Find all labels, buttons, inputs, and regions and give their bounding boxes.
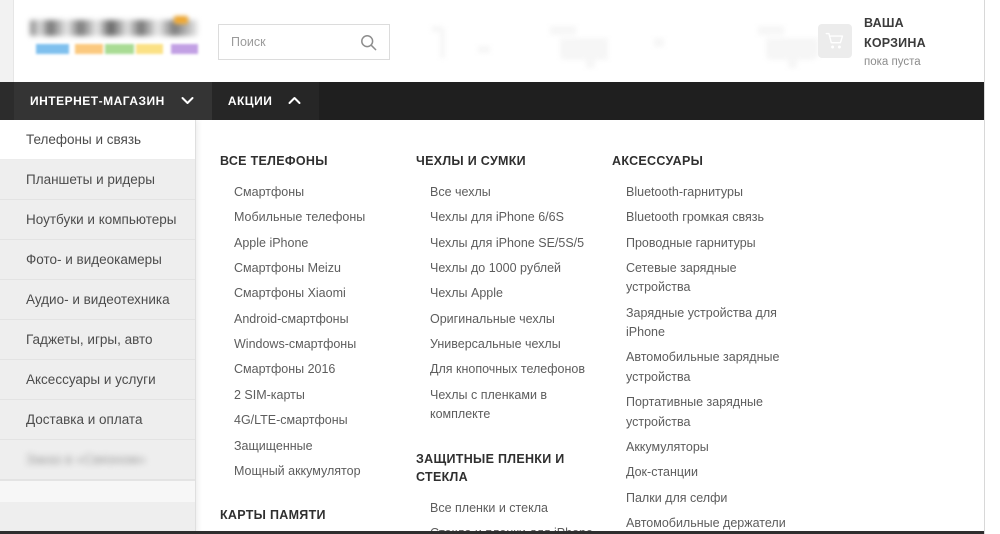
- menu-item[interactable]: Мощный аккумулятор: [220, 459, 416, 484]
- mega-heading-films-glass: ЗАЩИТНЫЕ ПЛЕНКИ И СТЕКЛА: [416, 451, 565, 485]
- category-sidebar: Телефоны и связь Планшеты и ридеры Ноутб…: [0, 120, 196, 534]
- mega-column-cases: ЧЕХЛЫ И СУМКИ Все чехлы Чехлы для iPhone…: [416, 152, 612, 534]
- nav-tab-promo[interactable]: АКЦИИ: [211, 82, 320, 120]
- menu-item[interactable]: Док-станции: [612, 460, 818, 485]
- mega-column-accessories: АКСЕССУАРЫ Bluetooth-гарнитуры Bluetooth…: [612, 152, 818, 534]
- menu-item[interactable]: Для кнопочных телефонов: [416, 357, 612, 382]
- mega-list-all-phones: Смартфоны Мобильные телефоны Apple iPhon…: [220, 180, 416, 485]
- search-box[interactable]: [218, 24, 390, 60]
- page-scrollbar[interactable]: [984, 0, 1000, 534]
- menu-item[interactable]: Оригинальные чехлы: [416, 307, 612, 332]
- sidebar-item-label: Доставка и оплата: [26, 412, 143, 427]
- menu-item[interactable]: Проводные гарнитуры: [612, 231, 818, 256]
- menu-item[interactable]: Сетевые зарядные устройства: [612, 256, 818, 301]
- menu-item[interactable]: Защищенные: [220, 434, 416, 459]
- nav-tab-shop[interactable]: ИНТЕРНЕТ-МАГАЗИН: [14, 82, 212, 120]
- sidebar-item-label: Планшеты и ридеры: [26, 172, 156, 187]
- chevron-down-icon: [181, 94, 194, 108]
- menu-item[interactable]: Чехлы с пленками в комплекте: [416, 383, 612, 428]
- sidebar-item-label: Аксессуары и услуги: [26, 372, 156, 387]
- search-input[interactable]: [219, 25, 353, 59]
- menu-item[interactable]: Зарядные устройства для iPhone: [612, 301, 818, 346]
- menu-item[interactable]: 2 SIM-карты: [220, 383, 416, 408]
- menu-item[interactable]: Мобильные телефоны: [220, 205, 416, 230]
- sidebar-item-cameras[interactable]: Фото- и видеокамеры: [0, 240, 195, 280]
- cart-subtitle: пока пуста: [864, 55, 921, 68]
- menu-item[interactable]: Apple iPhone: [220, 231, 416, 256]
- logo-color-bars: [36, 44, 198, 54]
- logo-wordmark: [30, 20, 198, 36]
- mega-heading-cases-bags: ЧЕХЛЫ И СУМКИ: [416, 154, 526, 168]
- menu-item[interactable]: Android-смартфоны: [220, 307, 416, 332]
- sidebar-item-delivery[interactable]: Доставка и оплата: [0, 400, 195, 440]
- site-logo[interactable]: [22, 16, 202, 58]
- sidebar-item-label: Аудио- и видеотехника: [26, 292, 170, 307]
- mega-columns: ВСЕ ТЕЛЕФОНЫ Смартфоны Мобильные телефон…: [196, 152, 984, 534]
- navbar-filler: [319, 82, 984, 120]
- menu-item[interactable]: Универсальные чехлы: [416, 332, 612, 357]
- cart-title: ВАША КОРЗИНА: [864, 15, 926, 50]
- chevron-up-icon: [288, 94, 301, 108]
- mega-dropdown-panel: ВСЕ ТЕЛЕФОНЫ Смартфоны Мобильные телефон…: [196, 120, 984, 534]
- sidebar-item-phones[interactable]: Телефоны и связь: [0, 120, 195, 160]
- site-header: ВАША КОРЗИНА пока пуста: [0, 0, 984, 82]
- mega-heading-all-phones: ВСЕ ТЕЛЕФОНЫ: [220, 154, 328, 168]
- menu-item[interactable]: Bluetooth-гарнитуры: [612, 180, 818, 205]
- nav-tab-shop-label: ИНТЕРНЕТ-МАГАЗИН: [30, 94, 165, 108]
- sidebar-item-accessories[interactable]: Аксессуары и услуги: [0, 360, 195, 400]
- menu-item[interactable]: Смартфоны 2016: [220, 357, 416, 382]
- menu-item[interactable]: Смартфоны Meizu: [220, 256, 416, 281]
- header-left-rail: [0, 0, 14, 82]
- background-ghost-content: [410, 14, 830, 70]
- menu-item[interactable]: Все чехлы: [416, 180, 612, 205]
- shopping-cart-icon: [818, 24, 852, 58]
- cart-text: ВАША КОРЗИНА пока пуста: [864, 13, 968, 69]
- search-icon[interactable]: [353, 25, 383, 59]
- menu-item[interactable]: Все пленки и стекла: [416, 496, 612, 521]
- sidebar-item-tablets[interactable]: Планшеты и ридеры: [0, 160, 195, 200]
- sidebar-item-label: Ноутбуки и компьютеры: [26, 212, 177, 227]
- menu-item[interactable]: Палки для селфи: [612, 486, 818, 511]
- nav-tab-promo-label: АКЦИИ: [227, 94, 273, 108]
- sidebar-item-label: Гаджеты, игры, авто: [26, 332, 153, 347]
- mega-list-accessories: Bluetooth-гарнитуры Bluetooth громкая св…: [612, 180, 818, 534]
- mega-list-films-glass: Все пленки и стекла Стекла и пленки для …: [416, 496, 612, 534]
- page-root: ВАША КОРЗИНА пока пуста ИНТЕРНЕТ-МАГАЗИН…: [0, 0, 1000, 534]
- logo-accent-mark: [174, 16, 188, 24]
- sidebar-tail: [0, 480, 195, 502]
- menu-item[interactable]: Windows-смартфоны: [220, 332, 416, 357]
- menu-item[interactable]: Чехлы Apple: [416, 281, 612, 306]
- sidebar-item-label: Фото- и видеокамеры: [26, 252, 162, 267]
- navbar-left-rail: [0, 82, 14, 120]
- menu-item[interactable]: Автомобильные зарядные устройства: [612, 345, 818, 390]
- sidebar-item-audio-video[interactable]: Аудио- и видеотехника: [0, 280, 195, 320]
- sidebar-item-order[interactable]: Заказ в «Связном»: [0, 440, 195, 480]
- menu-item[interactable]: Чехлы до 1000 рублей: [416, 256, 612, 281]
- menu-item[interactable]: Bluetooth громкая связь: [612, 205, 818, 230]
- sidebar-item-laptops[interactable]: Ноутбуки и компьютеры: [0, 200, 195, 240]
- menu-item[interactable]: Чехлы для iPhone SE/5S/5: [416, 231, 612, 256]
- sidebar-item-gadgets[interactable]: Гаджеты, игры, авто: [0, 320, 195, 360]
- mega-list-cases: Все чехлы Чехлы для iPhone 6/6S Чехлы дл…: [416, 180, 612, 428]
- menu-item[interactable]: Портативные зарядные устройства: [612, 390, 818, 435]
- menu-item[interactable]: Чехлы для iPhone 6/6S: [416, 205, 612, 230]
- menu-item[interactable]: Смартфоны Xiaomi: [220, 281, 416, 306]
- menu-item[interactable]: Аккумуляторы: [612, 435, 818, 460]
- menu-item[interactable]: 4G/LTE-смартфоны: [220, 408, 416, 433]
- menu-item[interactable]: Смартфоны: [220, 180, 416, 205]
- sidebar-item-label: Телефоны и связь: [26, 132, 142, 147]
- mega-heading-memory-cards: КАРТЫ ПАМЯТИ: [220, 508, 326, 523]
- mega-column-phones: ВСЕ ТЕЛЕФОНЫ Смартфоны Мобильные телефон…: [220, 152, 416, 534]
- cart-widget[interactable]: ВАША КОРЗИНА пока пуста: [818, 16, 968, 68]
- mega-heading-accessories: АКСЕССУАРЫ: [612, 154, 704, 168]
- sidebar-item-label: Заказ в «Связном»: [26, 452, 146, 467]
- main-navbar: ИНТЕРНЕТ-МАГАЗИН АКЦИИ: [0, 82, 984, 120]
